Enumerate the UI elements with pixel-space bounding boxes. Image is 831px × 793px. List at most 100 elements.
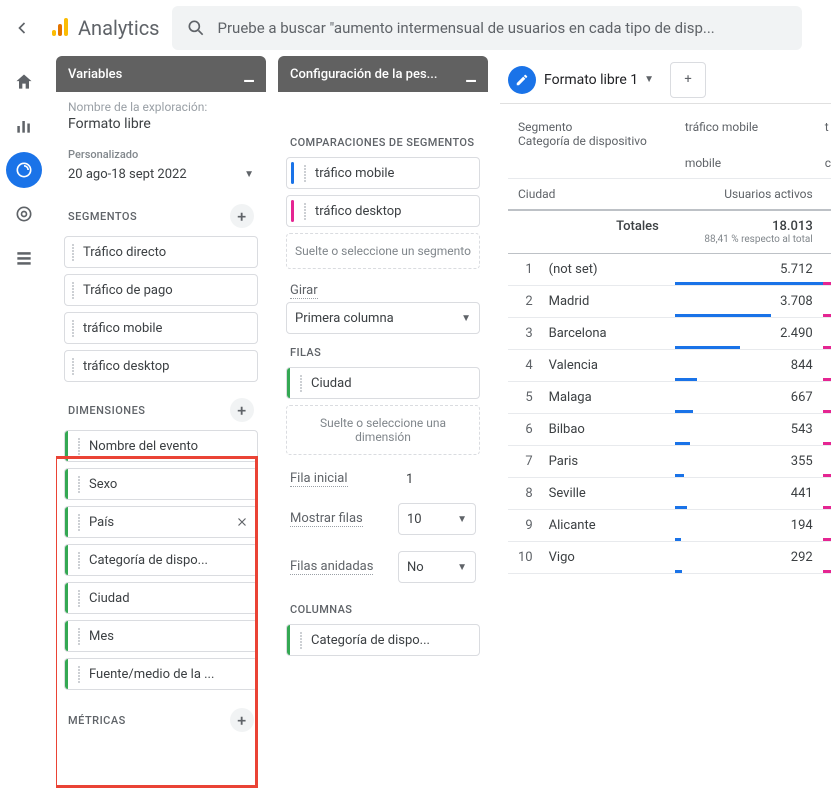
value-cell: 441 <box>675 478 823 510</box>
start-row-label: Fila inicial <box>290 471 348 487</box>
value-cell: 667 <box>675 382 823 414</box>
add-metric-button[interactable]: + <box>230 708 254 732</box>
segments-section-title: SEGMENTOS <box>68 210 137 223</box>
add-tab-button[interactable]: + <box>670 62 706 98</box>
show-rows-select[interactable]: 10 ▼ <box>398 503 476 535</box>
tab-bar: Formato libre 1 ▼ + <box>500 56 831 104</box>
value-cell: 5.712 <box>675 254 823 286</box>
table-row[interactable]: 8Seville441 <box>508 478 831 510</box>
dimension-chip[interactable]: Ciudad <box>64 582 258 614</box>
value-cell: 3.708 <box>675 286 823 318</box>
table-row[interactable]: 6Bilbao543 <box>508 414 831 446</box>
nav-advertising-icon[interactable] <box>6 196 42 232</box>
city-cell: Valencia <box>539 350 675 382</box>
product-name: Analytics <box>78 16 160 40</box>
city-cell: Madrid <box>539 286 675 318</box>
comparison-chip[interactable]: tráfico desktop <box>286 195 480 227</box>
tab-settings-panel: Configuración de la pes... _ COMPARACION… <box>278 56 488 793</box>
row-dimension-chip[interactable]: Ciudad <box>286 367 480 399</box>
comparison-chip[interactable]: tráfico mobile <box>286 157 480 189</box>
dimension-chip[interactable]: Fuente/medio de la ... <box>64 658 258 690</box>
table-row[interactable]: 3Barcelona2.490 <box>508 318 831 350</box>
dimensions-section-title: DIMENSIONES <box>68 404 145 417</box>
back-arrow-icon[interactable] <box>12 18 36 38</box>
dimension-chip[interactable]: País <box>64 506 258 538</box>
table-row[interactable]: 5Malaga667 <box>508 382 831 414</box>
nested-rows-select[interactable]: No ▼ <box>398 551 476 583</box>
table-row[interactable]: 9Alicante194 <box>508 510 831 542</box>
column-dimension-chip[interactable]: Categoría de dispo... <box>286 624 480 656</box>
report-canvas: Formato libre 1 ▼ + Segmento Categoría d… <box>500 56 831 793</box>
explore-name-label: Nombre de la exploración: <box>64 100 258 114</box>
date-preset-label: Personalizado <box>64 144 258 163</box>
col-device-2-cut: c <box>823 148 831 179</box>
row-index: 9 <box>508 510 539 542</box>
explore-name-value[interactable]: Formato libre <box>64 114 258 144</box>
segment-chip[interactable]: tráfico desktop <box>64 350 258 382</box>
dimension-chip[interactable]: Sexo <box>64 468 258 500</box>
city-cell: Paris <box>539 446 675 478</box>
row-index: 5 <box>508 382 539 414</box>
edit-tab-icon[interactable] <box>508 66 536 94</box>
col-segment-label: Segmento <box>518 120 572 134</box>
table-row[interactable]: 10Vigo292 <box>508 542 831 574</box>
city-cell: Vigo <box>539 542 675 574</box>
col-metric-label[interactable]: Usuarios activos <box>675 179 823 211</box>
active-tab[interactable]: Formato libre 1 ▼ <box>544 72 654 88</box>
chip-close-icon[interactable] <box>235 515 249 529</box>
drop-segment-zone[interactable]: Suelte o seleccione un segmento <box>286 233 480 269</box>
pivot-select[interactable]: Primera columna ▼ <box>286 302 480 334</box>
col-device-label: Categoría de dispositivo <box>518 134 647 148</box>
segment-chip[interactable]: Tráfico de pago <box>64 274 258 306</box>
show-rows-label: Mostrar filas <box>290 511 363 527</box>
col-segment-1: tráfico mobile <box>675 112 823 148</box>
nav-home-icon[interactable] <box>6 64 42 100</box>
nested-rows-label: Filas anidadas <box>290 559 373 575</box>
comparisons-section-title: COMPARACIONES DE SEGMENTOS <box>286 124 480 157</box>
chevron-down-icon: ▼ <box>457 562 467 573</box>
minimize-variables-button[interactable]: _ <box>244 63 254 85</box>
drop-dimension-zone[interactable]: Suelte o seleccione una dimensión <box>286 405 480 455</box>
date-range-selector[interactable]: 20 ago-18 sept 2022 ▼ <box>64 163 258 196</box>
start-row-input[interactable]: 1 <box>398 472 476 487</box>
col-city-label: Ciudad <box>508 179 675 211</box>
search-placeholder: Pruebe a buscar "aumento intermensual de… <box>218 19 715 37</box>
row-index: 4 <box>508 350 539 382</box>
value-bar <box>675 570 682 573</box>
value-cell: 543 <box>675 414 823 446</box>
variables-panel-title: Variables <box>68 67 122 82</box>
city-cell: Bilbao <box>539 414 675 446</box>
dimension-chip[interactable]: Nombre del evento <box>64 430 258 462</box>
columns-section-title: COLUMNAS <box>286 591 480 624</box>
city-cell: Barcelona <box>539 318 675 350</box>
search-icon <box>186 18 206 38</box>
table-row[interactable]: 4Valencia844 <box>508 350 831 382</box>
row-index: 3 <box>508 318 539 350</box>
value-cell: 844 <box>675 350 823 382</box>
col-device-1: mobile <box>675 148 823 179</box>
product-logo: Analytics <box>48 16 160 40</box>
row-index: 10 <box>508 542 539 574</box>
search-bar[interactable]: Pruebe a buscar "aumento intermensual de… <box>172 6 802 50</box>
dimension-chip[interactable]: Mes <box>64 620 258 652</box>
row-index: 8 <box>508 478 539 510</box>
totals-label: Totales <box>508 210 675 254</box>
table-row[interactable]: 7Paris355 <box>508 446 831 478</box>
minimize-settings-button[interactable]: _ <box>466 63 476 85</box>
add-segment-button[interactable]: + <box>230 204 254 228</box>
left-nav-rail <box>0 56 48 793</box>
nav-explore-icon[interactable] <box>6 152 42 188</box>
segment-chip[interactable]: tráfico mobile <box>64 312 258 344</box>
segment-chip[interactable]: Tráfico directo <box>64 236 258 268</box>
table-row[interactable]: 1(not set)5.712 <box>508 254 831 286</box>
city-cell: (not set) <box>539 254 675 286</box>
nav-configure-icon[interactable] <box>6 240 42 276</box>
nav-reports-icon[interactable] <box>6 108 42 144</box>
row-index: 2 <box>508 286 539 318</box>
dimension-chip[interactable]: Categoría de dispo... <box>64 544 258 576</box>
analytics-logo-icon <box>48 16 72 40</box>
city-cell: Malaga <box>539 382 675 414</box>
add-dimension-button[interactable]: + <box>230 398 254 422</box>
chevron-down-icon: ▼ <box>461 313 471 324</box>
table-row[interactable]: 2Madrid3.708 <box>508 286 831 318</box>
